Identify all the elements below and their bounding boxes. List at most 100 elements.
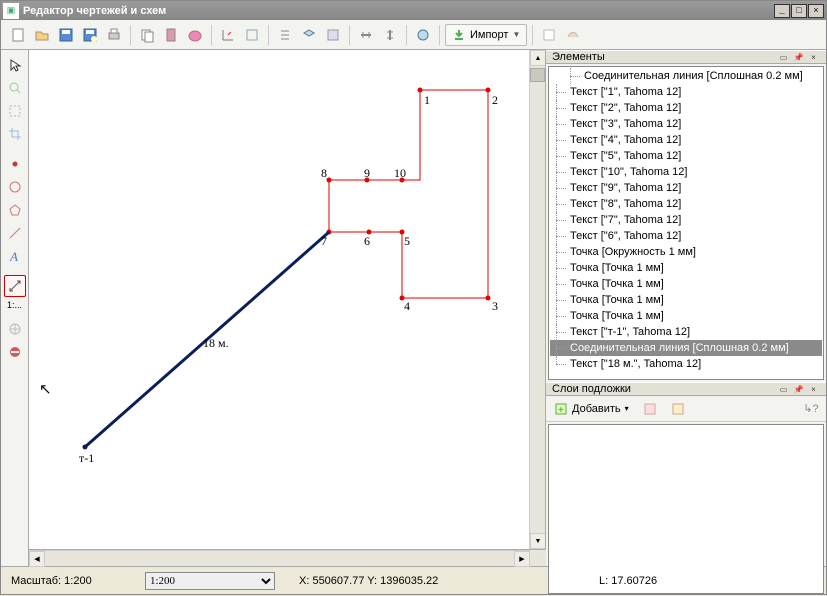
elements-tree[interactable]: Соединительная линия [Сплошная 0.2 мм]Те… (548, 66, 824, 380)
tree-item[interactable]: Текст ["3", Tahoma 12] (550, 116, 822, 132)
scroll-left-button[interactable]: ◀ (29, 551, 45, 567)
drawing-canvas[interactable]: 1 2 3 4 5 6 7 8 9 10 т-1 18 м. ↖ (29, 50, 529, 549)
toolbar-separator (532, 25, 533, 45)
tree-item[interactable]: Текст ["7", Tahoma 12] (550, 212, 822, 228)
elements-panel-header: Элементы ▭ 📌 × (546, 50, 826, 64)
tree-item[interactable]: Точка [Точка 1 мм] (550, 276, 822, 292)
vertical-scrollbar[interactable]: ▲ ▼ (529, 50, 545, 549)
tree-item[interactable]: Текст ["18 м.", Tahoma 12] (550, 356, 822, 372)
width-button[interactable] (355, 24, 377, 46)
layer-tool-2[interactable] (667, 398, 689, 420)
palette-button[interactable] (184, 24, 206, 46)
doc1-button[interactable] (538, 24, 560, 46)
minimize-button[interactable]: _ (774, 4, 790, 18)
open-button[interactable] (31, 24, 53, 46)
print-button[interactable] (103, 24, 125, 46)
zoom-select[interactable]: 1:200 (145, 572, 275, 590)
tree-item[interactable]: Точка [Окружность 1 мм] (550, 244, 822, 260)
new-button[interactable] (7, 24, 29, 46)
copy-button[interactable] (136, 24, 158, 46)
props-button[interactable] (322, 24, 344, 46)
horizontal-scrollbar[interactable]: ◀ ▶ (29, 550, 530, 566)
layers-toolbar: + Добавить ▾ ↳? (546, 396, 826, 422)
layers-panel-title: Слои подложки (552, 383, 631, 395)
tree-item[interactable]: Текст ["т-1", Tahoma 12] (550, 324, 822, 340)
save-button[interactable] (55, 24, 77, 46)
tree-item[interactable]: Точка [Точка 1 мм] (550, 260, 822, 276)
tree-item[interactable]: Текст ["8", Tahoma 12] (550, 196, 822, 212)
save-as-button[interactable] (79, 24, 101, 46)
add-layer-button[interactable]: + Добавить ▾ (550, 400, 633, 418)
tree-item[interactable]: Соединительная линия [Сплошная 0.2 мм] (550, 340, 822, 356)
svg-text:A: A (9, 249, 18, 264)
text-tool[interactable]: A (4, 245, 26, 267)
delete-tool[interactable] (4, 341, 26, 363)
svg-text:18 м.: 18 м. (203, 336, 229, 350)
panel-dock-icon[interactable]: ▭ (777, 384, 790, 395)
window-controls: _ □ × (774, 4, 824, 18)
svg-text:10: 10 (394, 166, 406, 180)
import-label: Импорт (470, 29, 508, 41)
toolbar-separator (349, 25, 350, 45)
toolbar-separator (439, 25, 440, 45)
point-tool[interactable] (4, 153, 26, 175)
scroll-right-button[interactable]: ▶ (514, 551, 530, 567)
grid-button[interactable] (241, 24, 263, 46)
panel-pin-icon[interactable]: 📌 (792, 384, 805, 395)
svg-text:3: 3 (492, 299, 498, 313)
panel-dock-icon[interactable]: ▭ (777, 52, 790, 63)
layers-help-button[interactable]: ↳? (800, 398, 822, 420)
compass-tool[interactable] (4, 318, 26, 340)
layer-tool-1[interactable] (639, 398, 661, 420)
line-tool[interactable] (4, 222, 26, 244)
tree-item[interactable]: Текст ["4", Tahoma 12] (550, 132, 822, 148)
layers-button[interactable] (298, 24, 320, 46)
tree-item[interactable]: Соединительная линия [Сплошная 0.2 мм] (550, 68, 822, 84)
layers-panel-header: Слои подложки ▭ 📌 × (546, 382, 826, 396)
circle-tool[interactable] (4, 176, 26, 198)
vertical-toolbar: A 1:... (1, 50, 29, 566)
zoom-extent-tool[interactable] (4, 77, 26, 99)
status-scale-label: Масштаб: 1:200 (5, 571, 145, 591)
tree-item[interactable]: Текст ["9", Tahoma 12] (550, 180, 822, 196)
mouse-cursor-icon: ↖ (39, 380, 52, 398)
tree-item[interactable]: Точка [Точка 1 мм] (550, 292, 822, 308)
axes-button[interactable] (217, 24, 239, 46)
list-button[interactable] (274, 24, 296, 46)
crop-tool[interactable] (4, 123, 26, 145)
panel-close-icon[interactable]: × (807, 52, 820, 63)
svg-text:1: 1 (424, 93, 430, 107)
rect-select-tool[interactable] (4, 100, 26, 122)
globe-button[interactable] (412, 24, 434, 46)
measure-tool[interactable] (4, 275, 26, 297)
svg-text:8: 8 (321, 166, 327, 180)
svg-text:2: 2 (492, 93, 498, 107)
doc2-button[interactable] (562, 24, 584, 46)
layers-list[interactable] (548, 424, 824, 594)
import-button[interactable]: Импорт ▼ (445, 24, 527, 46)
tree-item[interactable]: Текст ["5", Tahoma 12] (550, 148, 822, 164)
tree-item[interactable]: Текст ["1", Tahoma 12] (550, 84, 822, 100)
tree-item[interactable]: Текст ["10", Tahoma 12] (550, 164, 822, 180)
panel-close-icon[interactable]: × (807, 384, 820, 395)
svg-text:4: 4 (404, 299, 410, 313)
scroll-down-button[interactable]: ▼ (530, 533, 546, 549)
paste-button[interactable] (160, 24, 182, 46)
pointer-tool[interactable] (4, 54, 26, 76)
window-title: Редактор чертежей и схем (23, 5, 774, 17)
tree-item[interactable]: Точка [Точка 1 мм] (550, 308, 822, 324)
svg-text:т-1: т-1 (79, 451, 94, 465)
add-icon: + (554, 402, 568, 416)
toolbar-separator (268, 25, 269, 45)
scroll-up-button[interactable]: ▲ (530, 50, 546, 66)
scale-indicator: 1:... (7, 300, 22, 310)
polygon-tool[interactable] (4, 199, 26, 221)
panel-pin-icon[interactable]: 📌 (792, 52, 805, 63)
maximize-button[interactable]: □ (791, 4, 807, 18)
svg-text:6: 6 (364, 234, 370, 248)
height-button[interactable] (379, 24, 401, 46)
tree-item[interactable]: Текст ["6", Tahoma 12] (550, 228, 822, 244)
close-button[interactable]: × (808, 4, 824, 18)
elements-panel-title: Элементы (552, 51, 605, 63)
tree-item[interactable]: Текст ["2", Tahoma 12] (550, 100, 822, 116)
